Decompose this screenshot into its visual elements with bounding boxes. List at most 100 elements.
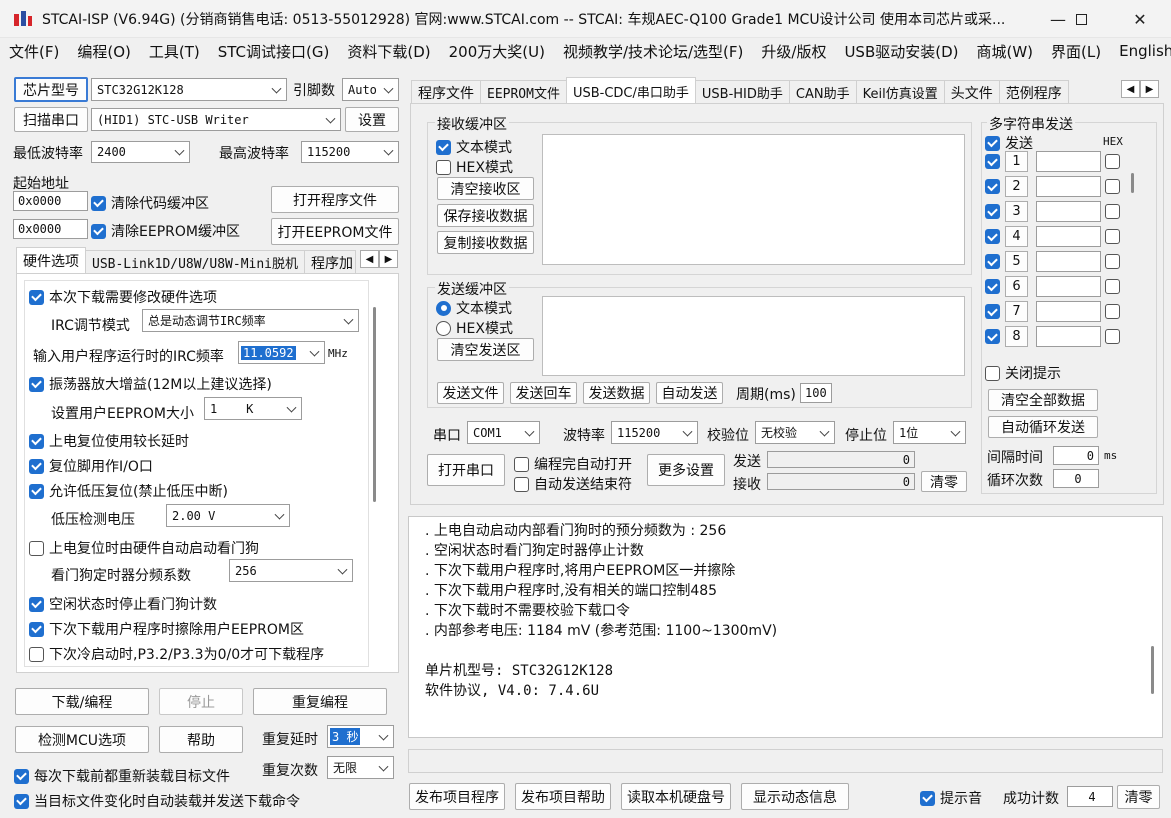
chip-model-button[interactable]: 芯片型号 xyxy=(14,77,88,102)
multi-row-send-button[interactable]: 7 xyxy=(1005,301,1028,322)
menu-english[interactable]: English xyxy=(1110,42,1171,60)
tab-header-file[interactable]: 头文件 xyxy=(943,80,1000,104)
send-hex-mode-radio[interactable]: HEX模式 xyxy=(436,318,513,338)
tab-usb-cdc[interactable]: USB-CDC/串口助手 xyxy=(565,77,696,104)
copy-receive-button[interactable]: 复制接收数据 xyxy=(437,231,534,254)
repeat-delay-select[interactable]: 3 秒 xyxy=(327,725,394,748)
recv-text-mode-checkbox[interactable]: 文本模式 xyxy=(436,137,512,157)
menu-video[interactable]: 视频教学/技术论坛/选型(F) xyxy=(554,41,752,62)
check-mcu-button[interactable]: 检测MCU选项 xyxy=(15,726,149,753)
osc-gain-checkbox[interactable]: 振荡器放大增益(12M以上建议选择) xyxy=(29,374,272,394)
multi-row-enable-checkbox[interactable] xyxy=(985,329,1005,344)
left-tab-scroll[interactable]: ◀ ▶ xyxy=(360,250,398,268)
clear-code-checkbox[interactable]: 清除代码缓冲区 xyxy=(91,193,209,213)
idle-stop-wdt-checkbox[interactable]: 空闲状态时停止看门狗计数 xyxy=(29,594,217,614)
menu-download[interactable]: 资料下载(D) xyxy=(338,41,439,62)
tab-can[interactable]: CAN助手 xyxy=(788,80,857,104)
wdt-prescaler-select[interactable]: 256 xyxy=(229,559,353,582)
lvd-select[interactable]: 2.00 V xyxy=(166,504,290,527)
repeat-program-button[interactable]: 重复编程 xyxy=(253,688,387,715)
menu-upgrade[interactable]: 升级/版权 xyxy=(752,41,835,62)
baud-select[interactable]: 115200 xyxy=(611,421,698,444)
send-text-mode-radio[interactable]: 文本模式 xyxy=(436,298,512,318)
download-program-button[interactable]: 下载/编程 xyxy=(15,688,149,715)
multi-row-text-field[interactable] xyxy=(1036,201,1101,222)
eeprom-size-select[interactable]: 1 K xyxy=(204,397,302,420)
tab-usb-hid[interactable]: USB-HID助手 xyxy=(694,80,790,104)
multi-row-text-field[interactable] xyxy=(1036,276,1101,297)
menu-prize[interactable]: 200万大奖(U) xyxy=(440,41,554,62)
low-voltage-reset-checkbox[interactable]: 允许低压复位(禁止低压中断) xyxy=(29,481,228,501)
multi-row-send-button[interactable]: 2 xyxy=(1005,176,1028,197)
min-baud-select[interactable]: 2400 xyxy=(91,141,190,163)
tab-program-add[interactable]: 程序加 xyxy=(304,250,357,274)
multi-row-hex-checkbox[interactable] xyxy=(1105,179,1120,194)
right-tab-scroll[interactable]: ◀ ▶ xyxy=(1121,80,1159,98)
power-on-delay-checkbox[interactable]: 上电复位使用较长延时 xyxy=(29,431,189,451)
auto-open-checkbox[interactable]: 编程完自动打开 xyxy=(514,454,632,474)
tab-program-file[interactable]: 程序文件 xyxy=(411,80,481,104)
open-eeprom-file-button[interactable]: 打开EEPROM文件 xyxy=(271,218,399,245)
recv-hex-mode-checkbox[interactable]: HEX模式 xyxy=(436,157,513,177)
multi-row-hex-checkbox[interactable] xyxy=(1105,154,1120,169)
com-port-select[interactable]: COM1 xyxy=(467,421,540,444)
irc-mode-select[interactable]: 总是动态调节IRC频率 xyxy=(142,309,359,332)
log-scrollbar[interactable] xyxy=(1151,646,1154,694)
tab-hardware-options[interactable]: 硬件选项 xyxy=(16,247,86,274)
multi-row-text-field[interactable] xyxy=(1036,326,1101,347)
auto-send-button[interactable]: 自动发送 xyxy=(656,382,723,404)
multi-row-hex-checkbox[interactable] xyxy=(1105,204,1120,219)
menu-program[interactable]: 编程(O) xyxy=(68,41,140,62)
interval-field[interactable]: 0 xyxy=(1053,446,1099,465)
tab-examples[interactable]: 范例程序 xyxy=(998,80,1069,104)
right-arrow-icon[interactable]: ▶ xyxy=(379,250,398,268)
multi-row-enable-checkbox[interactable] xyxy=(985,154,1005,169)
erase-eeprom-checkbox[interactable]: 下次下载用户程序时擦除用户EEPROM区 xyxy=(29,619,304,639)
multi-row-text-field[interactable] xyxy=(1036,151,1101,172)
stop-button[interactable]: 停止 xyxy=(159,688,243,715)
clear-eeprom-checkbox[interactable]: 清除EEPROM缓冲区 xyxy=(91,221,240,241)
pins-select[interactable]: Auto xyxy=(342,78,399,101)
reset-pin-io-checkbox[interactable]: 复位脚用作I/O口 xyxy=(29,456,153,476)
send-enter-button[interactable]: 发送回车 xyxy=(510,382,577,404)
multi-send-checkbox[interactable]: 发送 xyxy=(985,133,1033,153)
repeat-count-select[interactable]: 无限 xyxy=(327,756,394,779)
eeprom-address-field[interactable]: 0x0000 xyxy=(13,219,88,239)
left-arrow-icon[interactable]: ◀ xyxy=(1121,80,1140,98)
save-receive-button[interactable]: 保存接收数据 xyxy=(437,204,534,227)
multi-row-text-field[interactable] xyxy=(1036,251,1101,272)
scan-port-button[interactable]: 扫描串口 xyxy=(14,107,88,132)
multi-row-enable-checkbox[interactable] xyxy=(985,279,1005,294)
receive-textarea[interactable] xyxy=(542,134,965,265)
max-baud-select[interactable]: 115200 xyxy=(301,141,399,163)
loop-count-field[interactable]: 0 xyxy=(1053,469,1099,488)
hw-watchdog-checkbox[interactable]: 上电复位时由硬件自动启动看门狗 xyxy=(29,538,259,558)
irc-frequency-select[interactable]: 11.0592 xyxy=(238,341,325,364)
close-button[interactable]: ✕ xyxy=(1117,0,1163,38)
multi-row-hex-checkbox[interactable] xyxy=(1105,304,1120,319)
open-port-button[interactable]: 打开串口 xyxy=(427,454,505,486)
tab-eeprom-file[interactable]: EEPROM文件 xyxy=(480,80,567,104)
help-button[interactable]: 帮助 xyxy=(159,726,243,753)
clear-all-data-button[interactable]: 清空全部数据 xyxy=(988,389,1098,411)
menu-usb-driver[interactable]: USB驱动安装(D) xyxy=(835,41,967,62)
chip-model-select[interactable]: STC32G12K128 xyxy=(91,78,287,101)
multi-row-text-field[interactable] xyxy=(1036,226,1101,247)
settings-button[interactable]: 设置 xyxy=(345,107,399,132)
show-dynamic-info-button[interactable]: 显示动态信息 xyxy=(741,783,849,810)
clear-counts-button[interactable]: 清零 xyxy=(921,471,967,492)
tab-keil[interactable]: Keil仿真设置 xyxy=(855,80,945,104)
multi-row-send-button[interactable]: 8 xyxy=(1005,326,1028,347)
multi-row-send-button[interactable]: 6 xyxy=(1005,276,1028,297)
hardware-scrollbar[interactable] xyxy=(373,307,376,502)
multi-row-send-button[interactable]: 4 xyxy=(1005,226,1028,247)
multi-row-enable-checkbox[interactable] xyxy=(985,229,1005,244)
multi-row-enable-checkbox[interactable] xyxy=(985,179,1005,194)
multi-row-enable-checkbox[interactable] xyxy=(985,254,1005,269)
more-settings-button[interactable]: 更多设置 xyxy=(647,454,725,486)
menu-file[interactable]: 文件(F) xyxy=(0,41,68,62)
multi-row-hex-checkbox[interactable] xyxy=(1105,279,1120,294)
menu-debug[interactable]: STC调试接口(G) xyxy=(209,41,339,62)
multi-row-send-button[interactable]: 3 xyxy=(1005,201,1028,222)
publish-program-button[interactable]: 发布项目程序 xyxy=(409,783,505,810)
